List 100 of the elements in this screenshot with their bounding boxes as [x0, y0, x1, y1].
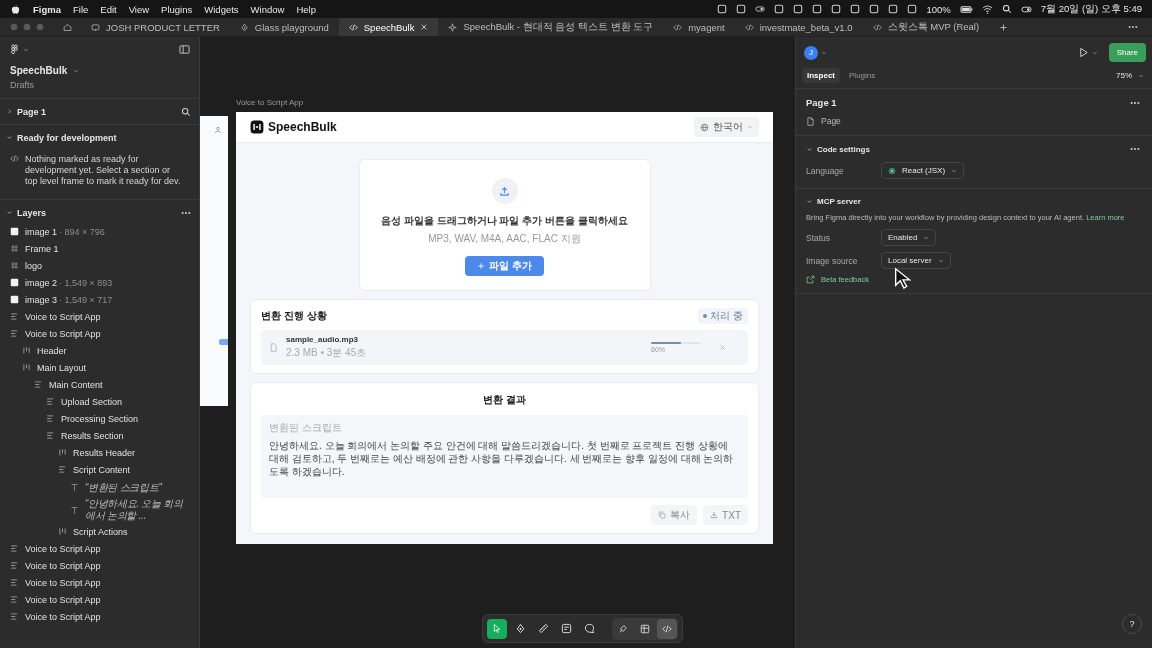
- copy-button[interactable]: 복사: [651, 505, 698, 525]
- caret-icon: [73, 67, 80, 74]
- file-tab[interactable]: myagent: [663, 18, 735, 36]
- caret-icon: [747, 124, 753, 130]
- layer-item[interactable]: Voice to Script App: [6, 557, 191, 574]
- external-link-icon: [806, 275, 815, 284]
- field-label: Image source: [806, 255, 859, 266]
- layer-item[interactable]: Main Content: [6, 376, 191, 393]
- columns-icon: [22, 363, 31, 372]
- app-icon: [831, 4, 842, 14]
- menu-item[interactable]: Help: [296, 3, 316, 15]
- file-location: Drafts: [10, 80, 35, 90]
- caret-icon: [923, 234, 930, 241]
- layer-dimensions: · 1,549 × 893: [59, 277, 113, 288]
- layer-item[interactable]: logo: [6, 257, 191, 274]
- logo-icon: [250, 120, 264, 134]
- file-tab[interactable]: 스윗스톡 MVP (Real): [862, 18, 990, 36]
- layer-item[interactable]: Voice to Script App: [6, 591, 191, 608]
- layer-item[interactable]: Upload Section: [6, 393, 191, 410]
- search-icon[interactable]: [181, 106, 191, 117]
- app-icon: [736, 4, 747, 14]
- columns-icon: [58, 448, 67, 457]
- supported-formats: MP3, WAV, M4A, AAC, FLAC 지원: [428, 232, 581, 246]
- zoom-control[interactable]: 75%: [1116, 71, 1144, 80]
- mode-button[interactable]: [657, 618, 677, 639]
- value-dropdown[interactable]: Enabled: [881, 229, 937, 246]
- field-label: Language: [806, 165, 845, 176]
- upload-icon: [499, 185, 510, 197]
- panel-tab[interactable]: Plugins: [844, 68, 881, 83]
- layer-item[interactable]: Voice to Script App: [6, 308, 191, 325]
- language-dropdown[interactable]: React (JSX): [881, 162, 965, 179]
- frame-icon: [10, 261, 19, 270]
- code-icon: [348, 22, 358, 32]
- layer-item[interactable]: “안녕하세요. 오늘 회의에서 논의할 ...: [6, 497, 191, 523]
- menu-item[interactable]: Edit: [100, 3, 117, 15]
- ruler-icon: [537, 623, 549, 634]
- menu-item[interactable]: File: [73, 3, 89, 15]
- menu-item[interactable]: Plugins: [161, 3, 193, 15]
- file-tab[interactable]: JOSH PRODUCT LETTER: [81, 18, 230, 36]
- brush-icon: [618, 623, 628, 634]
- stack-icon: [10, 561, 19, 570]
- tool-button[interactable]: [487, 618, 507, 639]
- layer-item[interactable]: Results Header: [6, 444, 191, 461]
- layer-item[interactable]: Header: [6, 342, 191, 359]
- value-dropdown[interactable]: Local server: [881, 252, 951, 269]
- status-text: 처리 중: [710, 309, 743, 323]
- layer-item[interactable]: Processing Section: [6, 410, 191, 427]
- sidebar-icon[interactable]: [179, 44, 190, 55]
- columns-icon: [58, 527, 67, 536]
- menu-item[interactable]: Window: [250, 3, 285, 15]
- page-icon: [806, 116, 815, 126]
- help-button[interactable]: ?: [1122, 614, 1142, 634]
- layer-item[interactable]: Voice to Script App: [6, 325, 191, 342]
- stack-icon: [10, 329, 19, 338]
- empty-message: Nothing marked as ready for development yet. Select a section or top level frame to mark it ready for dev.: [25, 154, 182, 187]
- status-dot: [703, 314, 708, 318]
- button-edge: [219, 339, 228, 345]
- layer-item[interactable]: Main Layout: [6, 359, 191, 376]
- layer-item[interactable]: Voice to Script App: [6, 608, 191, 625]
- user-icon: [214, 126, 222, 134]
- comment-icon: [583, 623, 595, 634]
- file-name[interactable]: SpeechBulk: [10, 65, 68, 76]
- layer-item[interactable]: image 1 · 894 × 796: [6, 223, 191, 240]
- layer-item[interactable]: image 3 · 1,549 × 717: [6, 291, 191, 308]
- text-icon: [70, 505, 79, 515]
- language-selector[interactable]: 한국어: [694, 117, 759, 137]
- menu-item[interactable]: View: [128, 3, 150, 15]
- layer-item[interactable]: “변환된 스크립트”: [6, 478, 191, 497]
- layer-item[interactable]: Results Section: [6, 427, 191, 444]
- layer-item[interactable]: Voice to Script App: [6, 574, 191, 591]
- layer-item[interactable]: Voice to Script App: [6, 540, 191, 557]
- clock: 7월 20일 (일) 오후 5:49: [1040, 2, 1142, 16]
- panel-tab[interactable]: Inspect: [802, 68, 840, 83]
- layer-item[interactable]: Script Content: [6, 461, 191, 478]
- columns-icon: [22, 346, 31, 355]
- node-type: Page: [821, 116, 841, 126]
- code-icon: [673, 22, 683, 32]
- atom-icon: [888, 166, 896, 175]
- avatar[interactable]: J: [804, 45, 818, 60]
- frame-label[interactable]: Voice to Script App: [236, 98, 304, 107]
- layer-dimensions: · 894 × 796: [59, 226, 105, 237]
- menu-item[interactable]: Widgets: [204, 3, 239, 15]
- file-tab[interactable]: SpeechBulk - 현대적 음성 텍스트 변환 도구: [438, 18, 664, 36]
- file-tab[interactable]: Glass playground: [229, 18, 339, 36]
- layer-item[interactable]: Frame 1: [6, 240, 191, 257]
- script-label: 변환된 스크립트: [269, 421, 343, 435]
- page-name[interactable]: Page 1: [17, 106, 47, 117]
- file-meta: 2.3 MB • 3분 45초: [286, 346, 368, 360]
- file-tab[interactable]: SpeechBulk: [338, 18, 439, 36]
- stack-icon: [10, 544, 19, 553]
- text-icon: [70, 483, 79, 492]
- upload-title: 음성 파일을 드래그하거나 파일 추가 버튼을 클릭하세요: [381, 214, 628, 228]
- pen-icon: [239, 22, 249, 32]
- file-tab[interactable]: investmate_beta_v1.0: [734, 18, 863, 36]
- play-icon[interactable]: [1077, 47, 1089, 58]
- new-tab-icon[interactable]: [999, 22, 1009, 32]
- app-menu[interactable]: Figma: [33, 3, 61, 15]
- layer-item[interactable]: image 2 · 1,549 × 893: [6, 274, 191, 291]
- wifi-icon: [981, 3, 993, 15]
- layer-item[interactable]: Script Actions: [6, 523, 191, 540]
